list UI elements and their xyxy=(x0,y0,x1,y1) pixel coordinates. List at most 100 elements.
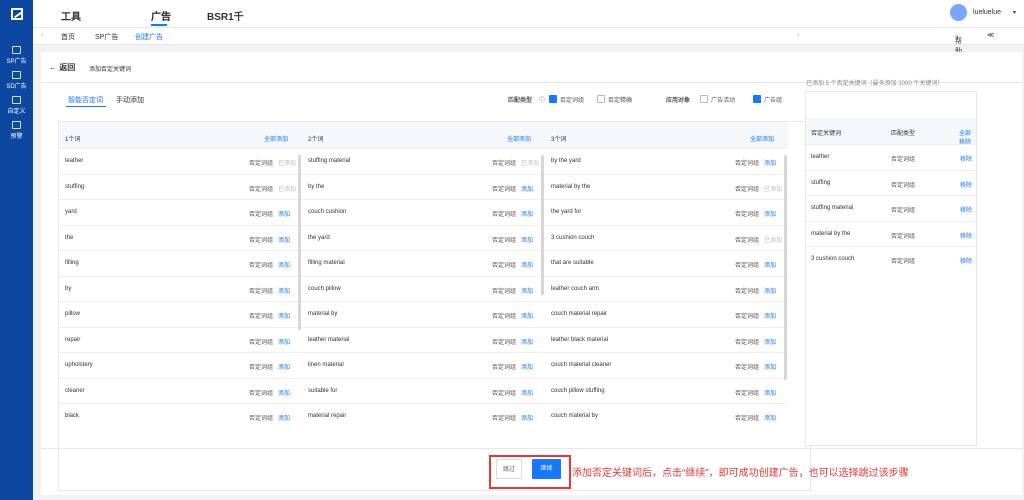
apply-target-label: 应用对象 xyxy=(666,98,691,104)
selected-keyword-text: leather xyxy=(811,154,830,160)
remove-button[interactable]: 移除 xyxy=(960,231,972,240)
keyword-text: leather couch arm xyxy=(551,285,600,292)
keyword-text: 3 cushion couch xyxy=(551,234,595,241)
keyword-suggestion-panel: 1个词 全部添加 leather 否定词组 已添加 stuffing 否定词组 已添加 yar… xyxy=(58,121,811,491)
add-button[interactable]: 添加 xyxy=(521,286,533,295)
add-button[interactable]: 添加 xyxy=(521,260,533,269)
add-button[interactable]: 添加 xyxy=(521,311,533,320)
add-button[interactable]: 添加 xyxy=(764,413,776,422)
match-type-text: 否定词组 xyxy=(492,237,517,244)
keyword-text: couch material cleaner xyxy=(551,362,612,368)
add-button[interactable]: 添加 xyxy=(521,362,533,371)
avatar[interactable] xyxy=(950,4,967,21)
chevron-left-icon[interactable]: ‹ xyxy=(41,32,43,39)
back-button[interactable]: ← 返回 xyxy=(49,62,75,73)
campaign-checkbox[interactable] xyxy=(700,95,708,103)
add-all-button[interactable]: 全部添加 xyxy=(507,134,531,143)
scrollbar[interactable] xyxy=(541,155,544,295)
add-button[interactable]: 添加 xyxy=(278,235,290,244)
match-type-text: 否定词组 xyxy=(735,390,760,397)
chevron-right-icon[interactable]: › xyxy=(797,32,799,39)
scrollbar[interactable] xyxy=(298,155,301,330)
add-button[interactable]: 添加 xyxy=(278,413,290,422)
match-type-text: 否定词组 xyxy=(492,390,517,397)
add-button[interactable]: 添加 xyxy=(521,337,533,346)
collapse-icon[interactable]: ≪ xyxy=(987,31,994,39)
selected-match-text: 否定词组 xyxy=(891,157,916,163)
add-button[interactable]: 添加 xyxy=(521,235,533,244)
remove-button[interactable]: 移除 xyxy=(960,205,972,214)
left-sidebar: SP广告 SD广告 自定义 预警 xyxy=(0,0,33,500)
remove-button[interactable]: 移除 xyxy=(960,154,972,163)
match-type-text: 否定词组 xyxy=(492,339,517,346)
selected-row: stuffing 否定词组 移除 xyxy=(806,169,976,195)
add-button[interactable]: 添加 xyxy=(764,286,776,295)
tab-smart-negative[interactable]: 智能否定词 xyxy=(68,95,103,105)
add-button[interactable]: 添加 xyxy=(764,158,776,167)
remove-button[interactable]: 移除 xyxy=(960,180,972,189)
add-all-button[interactable]: 全部添加 xyxy=(264,134,288,143)
keyword-row: couch cushion 否定词组 添加 xyxy=(302,199,545,225)
continue-button[interactable]: 继续 xyxy=(532,459,561,479)
keyword-text: couch material repair xyxy=(551,311,608,317)
sidebar-item-custom[interactable]: 自定义 xyxy=(0,96,33,115)
add-button[interactable]: 添加 xyxy=(764,388,776,397)
add-button[interactable]: 添加 xyxy=(521,209,533,218)
add-button[interactable]: 添加 xyxy=(278,260,290,269)
match-type-text: 否定词组 xyxy=(249,365,274,371)
add-button[interactable]: 添加 xyxy=(764,362,776,371)
add-button[interactable]: 添加 xyxy=(764,260,776,269)
skip-button[interactable]: 跳过 xyxy=(496,459,522,479)
sidebar-item-alert[interactable]: 预警 xyxy=(0,121,33,140)
add-button[interactable]: 添加 xyxy=(521,413,533,422)
added-status: 已添加 xyxy=(278,186,297,193)
keyword-text: filling material xyxy=(308,260,345,266)
ad-group-label: 广告组 xyxy=(764,98,783,104)
exact-negative-checkbox[interactable] xyxy=(597,95,605,103)
match-type-text: 否定词组 xyxy=(735,237,760,244)
campaign-label: 广告活动 xyxy=(711,98,736,104)
selected-keyword-panel: 已添加 5 个否定关键词（最多添加 1000 个关键词） 否定关键词 匹配类型 … xyxy=(805,81,977,446)
tab-manual-add[interactable]: 手动添加 xyxy=(116,95,144,105)
add-button[interactable]: 添加 xyxy=(278,286,290,295)
match-type-text: 否定词组 xyxy=(492,186,517,193)
add-button[interactable]: 添加 xyxy=(278,388,290,397)
add-button[interactable]: 添加 xyxy=(764,337,776,346)
keyword-row: the yard 否定词组 添加 xyxy=(302,224,545,251)
selected-count: 已添加 5 个否定关键词（最多添加 1000 个关键词） xyxy=(806,81,944,87)
add-all-button[interactable]: 全部添加 xyxy=(750,134,774,143)
keyword-row: cleaner 否定词组 添加 xyxy=(59,377,302,404)
remove-button[interactable]: 移除 xyxy=(960,256,972,265)
column-title: 2个词 xyxy=(308,137,324,143)
add-button[interactable]: 添加 xyxy=(521,388,533,397)
add-button[interactable]: 添加 xyxy=(278,209,290,218)
add-button[interactable]: 添加 xyxy=(278,337,290,346)
match-type-text: 否定词组 xyxy=(249,263,274,269)
column-header: 1个词 全部添加 xyxy=(59,122,302,148)
sidebar-item-sp-ad[interactable]: SP广告 xyxy=(0,46,33,65)
sidebar-item-sd-ad[interactable]: SD广告 xyxy=(0,71,33,90)
add-button[interactable]: 添加 xyxy=(521,184,533,193)
add-button[interactable]: 添加 xyxy=(278,362,290,371)
keyword-text: couch pillow stuffing xyxy=(551,387,605,394)
nav-bsr[interactable]: BSR1千 xyxy=(207,8,244,23)
match-type-text: 否定词组 xyxy=(492,263,517,269)
keyword-text: repair xyxy=(65,336,81,343)
selected-match-text: 否定词组 xyxy=(891,233,916,240)
match-type-text: 否定词组 xyxy=(735,212,760,218)
nav-tools[interactable]: 工具 xyxy=(61,8,81,23)
add-button[interactable]: 添加 xyxy=(764,311,776,320)
breadcrumb-create-ad[interactable]: 创建广告 xyxy=(135,32,163,42)
add-button[interactable]: 添加 xyxy=(764,209,776,218)
breadcrumb-sp-ad[interactable]: SP广告 xyxy=(95,32,118,42)
selected-match-text: 否定词组 xyxy=(891,208,916,214)
username[interactable]: lueluelue xyxy=(973,9,1001,16)
chevron-down-icon[interactable]: ▾ xyxy=(1013,9,1016,16)
nav-ads[interactable]: 广告 xyxy=(151,8,171,23)
phrase-negative-checkbox[interactable] xyxy=(549,95,557,103)
add-button[interactable]: 添加 xyxy=(278,311,290,320)
breadcrumb-home[interactable]: 首页 xyxy=(61,32,75,42)
ad-group-checkbox[interactable] xyxy=(753,95,761,103)
app-logo[interactable] xyxy=(0,0,33,28)
scrollbar[interactable] xyxy=(784,155,787,380)
